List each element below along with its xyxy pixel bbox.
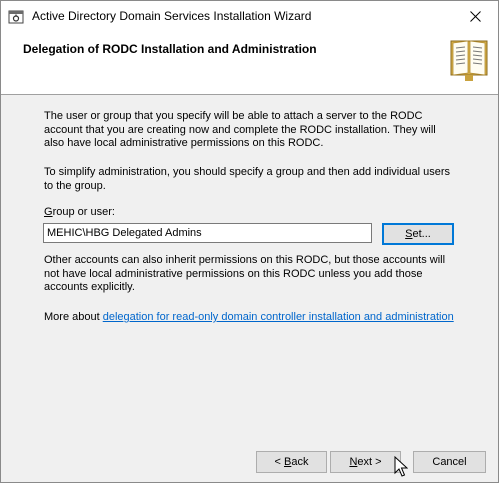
wizard-content: The user or group that you specify will … bbox=[1, 95, 498, 435]
group-label-mnemonic: G bbox=[44, 206, 53, 218]
wizard-header: Delegation of RODC Installation and Admi… bbox=[1, 32, 498, 95]
set-mnemonic: S bbox=[405, 228, 413, 240]
page-title: Delegation of RODC Installation and Admi… bbox=[23, 42, 317, 56]
mouse-pointer-icon bbox=[394, 456, 408, 477]
title-bar[interactable]: Active Directory Domain Services Install… bbox=[1, 1, 498, 32]
server-wizard-icon bbox=[8, 10, 24, 24]
book-icon bbox=[450, 40, 488, 81]
description-text: The user or group that you specify will … bbox=[44, 110, 436, 149]
group-or-user-label: Group or user: bbox=[44, 206, 115, 218]
back-mnemonic: B bbox=[284, 456, 292, 468]
window-title: Active Directory Domain Services Install… bbox=[32, 9, 312, 23]
cancel-button[interactable]: Cancel bbox=[413, 451, 486, 473]
back-button[interactable]: < Back bbox=[256, 451, 327, 473]
delegation-help-link[interactable]: delegation for read-only domain controll… bbox=[103, 311, 454, 323]
close-icon bbox=[469, 11, 481, 22]
close-button[interactable] bbox=[452, 1, 498, 32]
more-about-line: More about delegation for read-only doma… bbox=[44, 311, 454, 323]
wizard-window: Active Directory Domain Services Install… bbox=[0, 0, 499, 483]
next-label: ext > bbox=[357, 456, 382, 468]
inherit-permissions-text: Other accounts can also inherit permissi… bbox=[44, 254, 446, 293]
set-label: et... bbox=[412, 228, 431, 240]
wizard-footer: < Back Next > Cancel bbox=[1, 436, 498, 482]
more-about-prefix: More about bbox=[44, 311, 100, 323]
next-mnemonic: N bbox=[349, 456, 358, 468]
simplify-text: To simplify administration, you should s… bbox=[44, 166, 451, 192]
group-or-user-input[interactable]: MEHIC\HBG Delegated Admins bbox=[43, 223, 372, 243]
back-label: ack bbox=[291, 456, 309, 468]
next-button[interactable]: Next > bbox=[330, 451, 401, 473]
set-button[interactable]: Set... bbox=[382, 223, 454, 245]
group-label-text: roup or user: bbox=[52, 206, 115, 218]
back-prefix: < bbox=[274, 456, 284, 468]
